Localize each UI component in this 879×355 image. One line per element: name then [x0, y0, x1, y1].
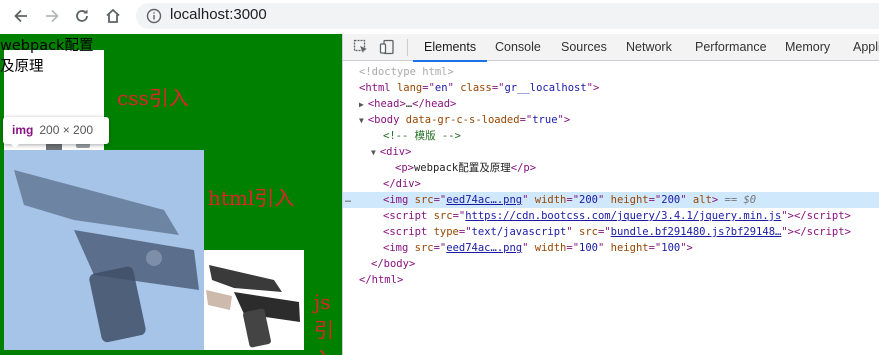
- dom-line-script-jquery[interactable]: <script src="https://cdn.bootcss.com/jqu…: [343, 208, 879, 224]
- devtools-separator: [407, 39, 408, 56]
- paragraph-line-1: webpack配置: [0, 38, 94, 54]
- script-close-tag: /script: [800, 226, 845, 238]
- selected-node-marker: == $0: [724, 194, 757, 206]
- img-src-attr: src: [414, 194, 434, 206]
- gun-image-icon: [14, 170, 199, 343]
- html-class-value: gr__localhost: [504, 82, 587, 94]
- reload-icon[interactable]: [70, 5, 94, 27]
- tooltip-dimensions: 200 × 200: [39, 123, 94, 137]
- div-close-tag: /div: [389, 178, 415, 190]
- script-src-attr: src: [579, 226, 598, 238]
- bundle-src-link[interactable]: bundle.bf291480.js?bf29148…: [611, 226, 782, 238]
- dom-line-body-close[interactable]: </body>: [343, 256, 879, 272]
- script-type-attr: type: [433, 226, 459, 238]
- tooltip-arrow: [9, 142, 21, 148]
- info-icon[interactable]: [146, 8, 162, 24]
- inspect-element-icon[interactable]: [353, 39, 369, 55]
- img-width-attr: width: [534, 242, 567, 254]
- img-tag: img: [389, 242, 409, 254]
- html-imported-image: [4, 150, 204, 350]
- dom-line-html-close[interactable]: </html>: [343, 272, 879, 288]
- doctype-text: <!doctype html>: [359, 66, 454, 78]
- body-tag: body: [374, 114, 400, 126]
- img-height-attr: height: [610, 242, 649, 254]
- dom-line-body-open[interactable]: ▼ <body data-gr-c-s-loaded="true">: [343, 112, 879, 128]
- script-src-attr: src: [433, 210, 453, 222]
- p-close-tag: /p: [517, 162, 530, 174]
- dom-line-script-bundle[interactable]: <script type="text/javascript" src="bund…: [343, 224, 879, 240]
- img-width-attr: width: [534, 194, 567, 206]
- browser-toolbar: localhost:3000: [0, 0, 879, 34]
- tooltip-tag: img: [12, 123, 34, 137]
- img-src-attr: src: [414, 242, 434, 254]
- img-width-value: 100: [579, 242, 598, 254]
- tab-sources[interactable]: Sources: [561, 34, 607, 61]
- html-lang-value: en: [434, 82, 448, 94]
- dom-line-doctype[interactable]: <!doctype html>: [343, 64, 879, 80]
- dom-line-div-open[interactable]: ▼ <div>: [343, 144, 879, 160]
- page-viewport: webpack配置 及原理 css引入 html引入 js引入 img 200 ×…: [0, 34, 342, 355]
- script-tag: script: [389, 226, 428, 238]
- body-attr-value: true: [532, 114, 558, 126]
- html-tag: html: [365, 82, 391, 94]
- devtools-tabbar: Elements Console Sources Network Perform…: [343, 34, 879, 62]
- page-paragraph: webpack配置 及原理: [0, 36, 104, 78]
- jquery-src-link[interactable]: https://cdn.bootcss.com/jquery/3.4.1/jqu…: [465, 210, 781, 222]
- dom-tree: <!doctype html> <html lang="en" class="g…: [343, 62, 879, 355]
- img-height-attr: height: [610, 194, 649, 206]
- collapse-triangle-icon[interactable]: ▼: [359, 113, 364, 128]
- p-text: webpack配置及原理: [413, 162, 511, 174]
- div-tag: div: [386, 146, 406, 158]
- script-type-value: text/javascript: [471, 226, 567, 238]
- script-close-tag: /script: [800, 210, 845, 222]
- js-imported-image: [204, 250, 304, 350]
- element-inspect-tooltip: img 200 × 200: [3, 117, 109, 144]
- dom-line-paragraph[interactable]: <p>webpack配置及原理</p>: [343, 160, 879, 176]
- img-height-value: 100: [661, 242, 681, 254]
- img-width-value: 200: [579, 194, 598, 206]
- tab-performance[interactable]: Performance: [695, 34, 767, 61]
- body-close-tag: /body: [377, 258, 409, 270]
- img-src-link[interactable]: eed74ac….png: [446, 194, 522, 206]
- devtools-panel: Elements Console Sources Network Perform…: [342, 34, 879, 355]
- collapse-triangle-icon[interactable]: ▼: [371, 145, 376, 160]
- address-bar[interactable]: localhost:3000: [136, 3, 879, 29]
- img-tag: img: [389, 194, 409, 206]
- html-class-attr: class: [460, 82, 492, 94]
- head-tag: head: [374, 98, 400, 110]
- dom-line-head[interactable]: ▶ <head>…</head>: [343, 96, 879, 112]
- head-close-tag: /head: [418, 98, 451, 110]
- forward-arrow-icon[interactable]: [40, 5, 64, 27]
- tab-elements[interactable]: Elements: [412, 34, 488, 62]
- home-icon[interactable]: [101, 5, 125, 27]
- img-alt-attr: alt: [692, 194, 712, 206]
- tab-memory[interactable]: Memory: [785, 34, 830, 61]
- tab-console[interactable]: Console: [495, 34, 541, 61]
- js-import-label: js引入: [314, 290, 334, 355]
- dom-line-comment[interactable]: <!-- 模版 -->: [343, 128, 879, 144]
- dom-line-div-close[interactable]: </div>: [343, 176, 879, 192]
- more-options-icon[interactable]: …: [345, 192, 351, 208]
- template-comment: <!-- 模版 -->: [383, 130, 461, 142]
- dom-line-img-selected[interactable]: … <img src="eed74ac….png" width="200" he…: [343, 192, 879, 208]
- paragraph-line-2: 及原理: [0, 59, 44, 75]
- body-attr: data-gr-c-s-loaded: [405, 114, 520, 126]
- css-import-label: css引入: [117, 86, 189, 110]
- script-tag: script: [389, 210, 428, 222]
- url-text: localhost:3000: [170, 6, 267, 23]
- back-arrow-icon[interactable]: [9, 5, 33, 27]
- dom-line-html-open[interactable]: <html lang="en" class="gr__localhost">: [343, 80, 879, 96]
- tab-network[interactable]: Network: [626, 34, 672, 61]
- dom-line-img-small[interactable]: <img src="eed74ac….png" width="100" heig…: [343, 240, 879, 256]
- expand-triangle-icon[interactable]: ▶: [359, 97, 364, 112]
- gun-image-icon: [206, 265, 300, 348]
- img-src-link[interactable]: eed74ac….png: [446, 242, 522, 254]
- html-close-tag: /html: [365, 274, 397, 286]
- device-toolbar-icon[interactable]: [379, 39, 395, 55]
- html-import-label: html引入: [208, 186, 295, 210]
- tab-application[interactable]: Appli: [853, 34, 879, 61]
- html-lang-attr: lang: [396, 82, 423, 94]
- img-height-value: 200: [661, 194, 681, 206]
